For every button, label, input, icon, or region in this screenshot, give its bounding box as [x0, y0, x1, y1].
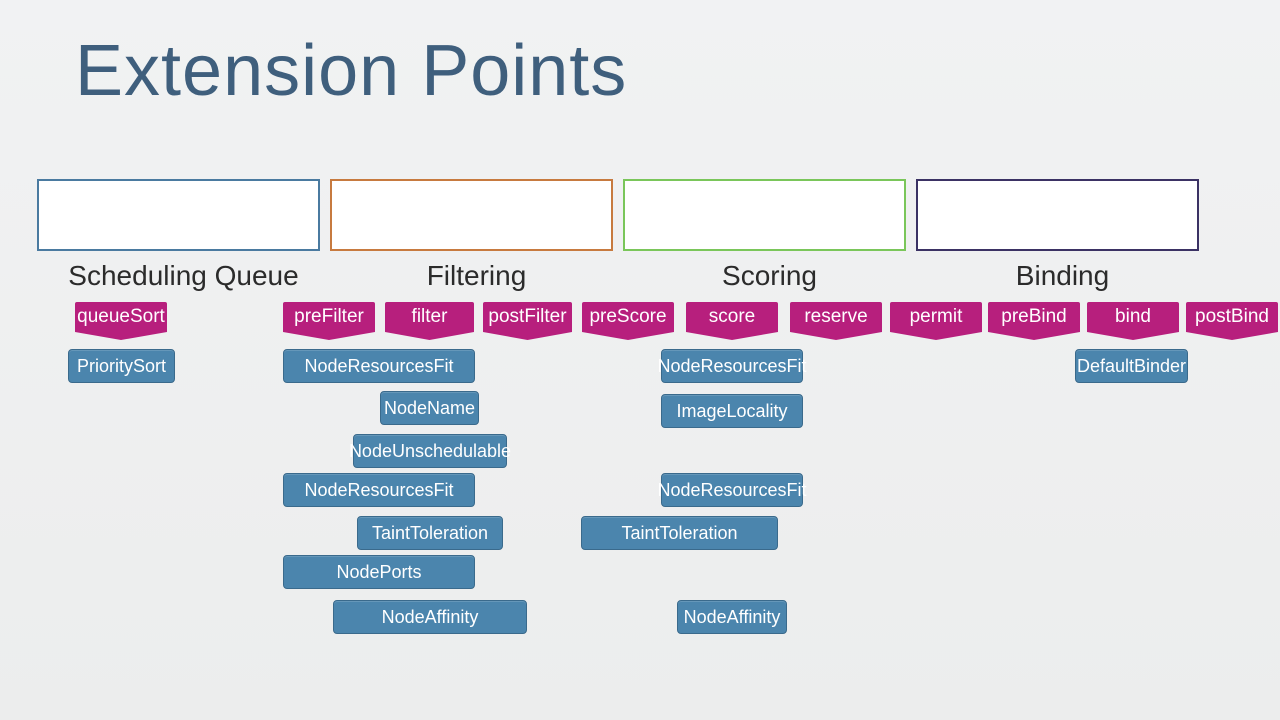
plugin-box: NodeAffinity	[677, 600, 787, 634]
plugin-box: TaintToleration	[357, 516, 503, 550]
plugin-box: NodeUnschedulable	[353, 434, 507, 468]
plugin-box: NodeName	[380, 391, 479, 425]
extension-point: postBind	[1186, 302, 1278, 332]
phase-label: Scheduling Queue	[37, 260, 330, 292]
extension-point: preScore	[582, 302, 674, 332]
plugin-box: NodeResourcesFit	[283, 473, 475, 507]
page-title: Extension Points	[75, 30, 627, 112]
plugin-box: PrioritySort	[68, 349, 175, 383]
plugin-box: TaintToleration	[581, 516, 778, 550]
phase-box	[623, 179, 906, 251]
extension-point: preFilter	[283, 302, 375, 332]
phase-label-row: Scheduling QueueFilteringScoringBinding	[37, 260, 1209, 292]
phase-label: Binding	[916, 260, 1209, 292]
extension-point: bind	[1087, 302, 1179, 332]
plugin-box: NodeAffinity	[333, 600, 527, 634]
phase-label: Filtering	[330, 260, 623, 292]
extension-point: queueSort	[75, 302, 167, 332]
plugin-box: NodeResourcesFit	[661, 473, 803, 507]
phase-box	[916, 179, 1199, 251]
phase-label: Scoring	[623, 260, 916, 292]
extension-point: filter	[385, 302, 474, 332]
plugin-box: NodeResourcesFit	[283, 349, 475, 383]
extension-point: permit	[890, 302, 982, 332]
phase-box	[330, 179, 613, 251]
plugin-box: NodeResourcesFit	[661, 349, 803, 383]
plugin-box: NodePorts	[283, 555, 475, 589]
plugin-box: DefaultBinder	[1075, 349, 1188, 383]
plugin-box: ImageLocality	[661, 394, 803, 428]
phase-box	[37, 179, 320, 251]
extension-point: score	[686, 302, 778, 332]
extension-point: reserve	[790, 302, 882, 332]
extension-point: preBind	[988, 302, 1080, 332]
extension-point-row: queueSort preFilter filter postFilter preSco…	[0, 302, 1280, 340]
phase-box-row	[37, 179, 1199, 251]
extension-point: postFilter	[483, 302, 572, 332]
